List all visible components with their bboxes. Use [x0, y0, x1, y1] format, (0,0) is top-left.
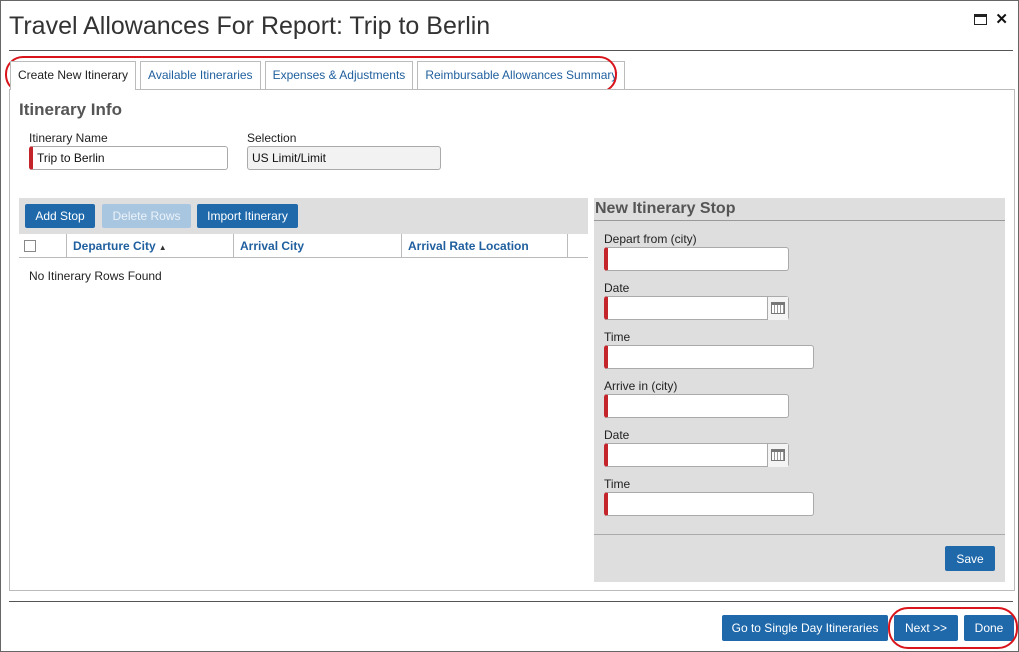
arrive-date-label: Date [604, 428, 630, 442]
arrive-date-field[interactable] [604, 443, 789, 467]
departure-city-header: Departure City [73, 239, 156, 253]
title-divider [9, 50, 1013, 51]
arrive-city-label: Arrive in (city) [604, 379, 678, 393]
arrive-city-field[interactable] [604, 394, 789, 418]
depart-time-field[interactable] [604, 345, 814, 369]
arrival-rate-location-column[interactable]: Arrival Rate Location [401, 234, 567, 258]
arrival-city-column[interactable]: Arrival City [233, 234, 401, 258]
itinerary-info-heading: Itinerary Info [19, 100, 122, 119]
save-stop-button[interactable]: Save [945, 546, 995, 571]
next-button[interactable]: Next >> [894, 615, 958, 641]
depart-date-field[interactable] [604, 296, 789, 320]
add-stop-button[interactable]: Add Stop [25, 204, 95, 228]
new-stop-divider [594, 220, 1005, 221]
departure-city-column[interactable]: Departure City ▲ [66, 234, 233, 258]
new-stop-heading: New Itinerary Stop [595, 200, 736, 217]
selection-label: Selection [247, 131, 297, 145]
delete-rows-button[interactable]: Delete Rows [102, 204, 191, 228]
calendar-icon[interactable] [767, 443, 788, 467]
selection-field[interactable] [247, 146, 441, 170]
select-all-checkbox[interactable] [24, 240, 36, 252]
tab-bar: Create New Itinerary Available Itinerari… [10, 61, 629, 90]
calendar-icon[interactable] [767, 296, 788, 320]
maximize-icon[interactable] [974, 14, 988, 25]
tab-create-new-itinerary[interactable]: Create New Itinerary [10, 61, 137, 90]
close-icon[interactable]: ✕ [995, 12, 1008, 27]
tab-available-itineraries[interactable]: Available Itineraries [140, 61, 261, 89]
create-itinerary-panel: Itinerary Info Itinerary Name Selection … [9, 89, 1015, 591]
grid-header-spacer [567, 234, 588, 258]
window-controls: ✕ [974, 12, 1008, 27]
travel-allowances-dialog: Travel Allowances For Report: Trip to Be… [0, 0, 1019, 652]
itinerary-name-label: Itinerary Name [29, 131, 108, 145]
done-button[interactable]: Done [964, 615, 1014, 641]
tab-expenses-adjustments[interactable]: Expenses & Adjustments [264, 61, 414, 89]
empty-grid-message: No Itinerary Rows Found [29, 269, 162, 283]
depart-city-label: Depart from (city) [604, 232, 697, 246]
arrive-time-label: Time [604, 477, 631, 491]
itinerary-grid-header: Departure City ▲ Arrival City Arrival Rat… [19, 234, 588, 258]
new-itinerary-stop-panel: New Itinerary Stop Depart from (city) Da… [594, 198, 1005, 582]
import-itinerary-button[interactable]: Import Itinerary [197, 204, 298, 228]
new-stop-footer-divider [594, 534, 1005, 535]
sort-ascending-icon: ▲ [158, 243, 167, 252]
itinerary-toolbar: Add Stop Delete Rows Import Itinerary [19, 198, 588, 234]
footer-divider [9, 601, 1013, 602]
itinerary-name-field[interactable] [29, 146, 228, 170]
depart-time-label: Time [604, 330, 631, 344]
arrive-time-field[interactable] [604, 492, 814, 516]
depart-city-field[interactable] [604, 247, 789, 271]
single-day-itineraries-button[interactable]: Go to Single Day Itineraries [722, 615, 888, 641]
depart-date-label: Date [604, 281, 630, 295]
dialog-title: Travel Allowances For Report: Trip to Be… [9, 12, 491, 40]
tab-reimbursable-allowances-summary[interactable]: Reimbursable Allowances Summary [417, 61, 626, 89]
